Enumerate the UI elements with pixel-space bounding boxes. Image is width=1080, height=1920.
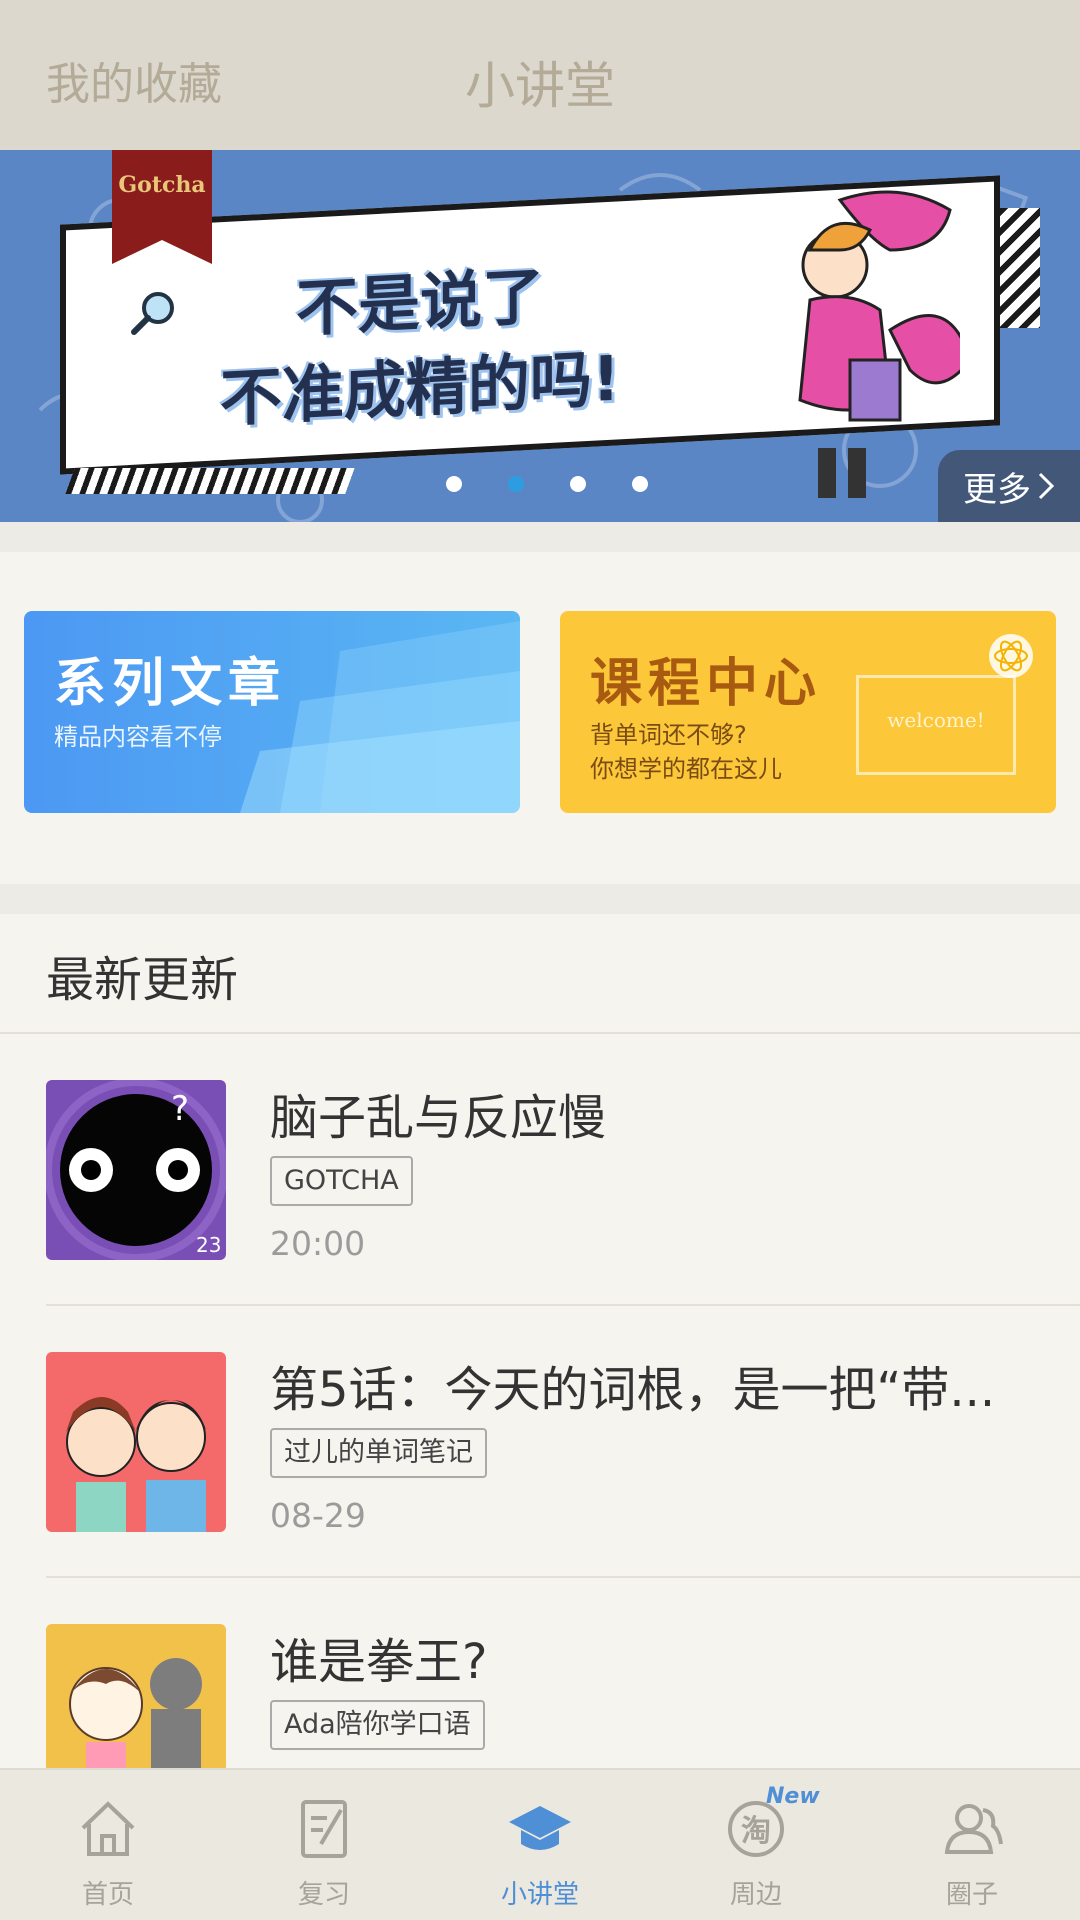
banner-stripes — [65, 468, 355, 494]
home-icon — [81, 1801, 135, 1856]
carousel-dot[interactable] — [446, 476, 462, 492]
tab-label: 周边 — [729, 1880, 782, 1910]
carousel-dot-active[interactable] — [508, 476, 524, 492]
graduation-cap-icon — [509, 1806, 571, 1850]
item-tag: Ada陪你学口语 — [270, 1700, 485, 1750]
item-tag: GOTCHA — [270, 1156, 413, 1206]
item-date: 20:00 — [270, 1224, 366, 1263]
item-title: 脑子乱与反应慢 — [270, 1090, 607, 1146]
item-title: 谁是拳王? — [270, 1634, 488, 1690]
top-bar: 我的收藏 小讲堂 — [0, 0, 1080, 150]
gotcha-ribbon: Gotcha — [112, 150, 212, 264]
two-girls-illustration — [66, 1397, 206, 1532]
carousel-dot[interactable] — [632, 476, 648, 492]
thumb-badge: 23 — [196, 1233, 221, 1257]
carousel-dots — [446, 476, 648, 492]
new-badge: New — [766, 1784, 820, 1809]
course-card-subtitle-2: 你想学的都在这儿 — [590, 755, 782, 783]
svg-text:?: ? — [171, 1089, 189, 1129]
thumbnail — [46, 1352, 226, 1532]
tab-nearby[interactable]: 淘 New 周边 — [648, 1770, 864, 1920]
item-tag: 过儿的单词笔记 — [270, 1428, 487, 1478]
thumbnail: ? 23 — [46, 1080, 226, 1260]
atom-icon — [989, 634, 1033, 678]
tab-label: 圈子 — [945, 1880, 998, 1910]
board-text: welcome! — [887, 708, 985, 732]
list-item[interactable]: ? 23 脑子乱与反应慢 GOTCHA 20:00 — [0, 1034, 1080, 1306]
chalkboard-illustration: welcome! — [856, 675, 1016, 775]
tab-circle[interactable]: 圈子 — [864, 1770, 1080, 1920]
divider-band — [0, 522, 1080, 552]
course-center-card[interactable]: 课程中心 背单词还不够? 你想学的都在这儿 welcome! — [560, 611, 1056, 813]
more-label: 更多 — [963, 469, 1031, 510]
magnifier-icon — [131, 292, 174, 335]
svg-text:淘: 淘 — [741, 1814, 771, 1849]
item-title: 第5话：今天的词根，是一把“带... — [270, 1362, 996, 1418]
eyes-character-icon: ? 23 — [46, 1080, 226, 1260]
people-icon — [944, 1804, 1003, 1854]
item-date: 08-29 — [270, 1496, 366, 1535]
promo-banner[interactable]: Gotcha 不是说了 不准成精的吗! 更多 — [0, 150, 1080, 522]
divider-band — [0, 884, 1080, 914]
ribbon-text: Gotcha — [118, 172, 206, 198]
tab-label: 首页 — [81, 1880, 134, 1910]
more-button[interactable]: 更多 — [938, 450, 1080, 522]
tab-label: 小讲堂 — [500, 1880, 579, 1910]
page-title: 小讲堂 — [465, 57, 615, 115]
list-item[interactable]: 第5话：今天的词根，是一把“带... 过儿的单词笔记 08-29 — [0, 1306, 1080, 1578]
course-card-subtitle-1: 背单词还不够? — [590, 721, 747, 749]
banner-headline: 不是说了 不准成精的吗! — [180, 247, 660, 444]
review-icon — [301, 1800, 347, 1858]
series-card-title: 系列文章 — [54, 654, 287, 714]
tab-label: 复习 — [297, 1880, 350, 1910]
section-title: 最新更新 — [46, 952, 239, 1008]
tab-home[interactable]: 首页 — [0, 1770, 216, 1920]
series-card-subtitle: 精品内容看不停 — [54, 723, 222, 751]
carousel-dot[interactable] — [570, 476, 586, 492]
tab-review[interactable]: 复习 — [216, 1770, 432, 1920]
course-card-title: 课程中心 — [590, 654, 823, 714]
bottom-nav: 首页 复习 小讲堂 淘 New 周边 圈子 — [0, 1768, 1080, 1920]
cartoon-woman-illustration — [798, 190, 960, 498]
series-articles-card[interactable]: 系列文章 精品内容看不停 — [24, 611, 520, 813]
chevron-right-icon — [1038, 472, 1055, 500]
tab-lecture[interactable]: 小讲堂 — [432, 1770, 648, 1920]
